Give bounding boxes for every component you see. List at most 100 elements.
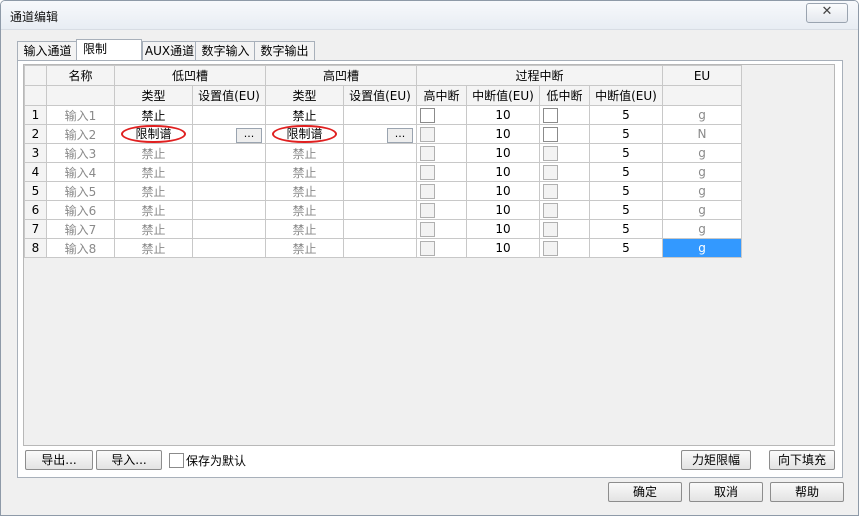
low-interrupt-checkbox[interactable] [543, 107, 558, 123]
eu-cell-selected[interactable]: g [662, 238, 742, 258]
high-interrupt-value-cell[interactable]: 10 [466, 238, 540, 258]
eu-cell[interactable]: g [662, 105, 742, 125]
torque-limit-button[interactable]: 力矩限幅 [681, 450, 751, 470]
fill-down-button[interactable]: 向下填充 [769, 450, 835, 470]
high-interrupt-cell[interactable] [416, 162, 467, 182]
channel-name-cell[interactable]: 输入7 [46, 219, 115, 239]
low-interrupt-cell[interactable] [539, 162, 590, 182]
low-interrupt-value-cell[interactable]: 5 [589, 143, 663, 163]
high-setting-ellipsis-button[interactable]: ... [387, 127, 413, 143]
high-interrupt-cell[interactable] [416, 238, 467, 258]
low-interrupt-value-cell[interactable]: 5 [589, 105, 663, 125]
low-type-cell[interactable]: 限制谱 [114, 124, 193, 144]
high-interrupt-cell[interactable] [416, 181, 467, 201]
high-interrupt-checkbox[interactable] [420, 107, 435, 123]
low-interrupt-cell[interactable] [539, 181, 590, 201]
high-interrupt-cell[interactable] [416, 124, 467, 144]
high-interrupt-cell[interactable] [416, 105, 467, 125]
low-setting-cell[interactable]: ... [192, 124, 266, 144]
low-type-cell[interactable]: 禁止 [114, 238, 193, 258]
high-setting-cell[interactable] [343, 105, 417, 125]
cancel-button[interactable]: 取消 [689, 482, 763, 502]
high-setting-cell[interactable] [343, 200, 417, 220]
low-interrupt-checkbox[interactable] [543, 240, 558, 256]
eu-cell[interactable]: g [662, 200, 742, 220]
tab-input-channels[interactable]: 输入通道 [17, 41, 78, 60]
low-interrupt-value-cell[interactable]: 5 [589, 124, 663, 144]
low-setting-cell[interactable] [192, 143, 266, 163]
low-type-cell[interactable]: 禁止 [114, 105, 193, 125]
close-button[interactable]: ✕ [806, 3, 848, 23]
low-interrupt-checkbox[interactable] [543, 145, 558, 161]
channel-name-cell[interactable]: 输入4 [46, 162, 115, 182]
eu-cell[interactable]: g [662, 181, 742, 201]
channel-name-cell[interactable]: 输入1 [46, 105, 115, 125]
tab-digital-output[interactable]: 数字输出 [254, 41, 315, 60]
ok-button[interactable]: 确定 [608, 482, 682, 502]
high-setting-cell[interactable] [343, 238, 417, 258]
high-interrupt-checkbox[interactable] [420, 183, 435, 199]
high-type-cell[interactable]: 禁止 [265, 143, 344, 163]
low-interrupt-cell[interactable] [539, 238, 590, 258]
low-interrupt-value-cell[interactable]: 5 [589, 219, 663, 239]
high-interrupt-value-cell[interactable]: 10 [466, 200, 540, 220]
high-interrupt-checkbox[interactable] [420, 240, 435, 256]
low-type-cell[interactable]: 禁止 [114, 181, 193, 201]
high-type-cell[interactable]: 禁止 [265, 200, 344, 220]
high-setting-cell[interactable] [343, 162, 417, 182]
low-setting-cell[interactable] [192, 238, 266, 258]
high-type-cell[interactable]: 禁止 [265, 181, 344, 201]
import-button[interactable]: 导入... [96, 450, 162, 470]
low-setting-cell[interactable] [192, 219, 266, 239]
channel-name-cell[interactable]: 输入3 [46, 143, 115, 163]
low-setting-ellipsis-button[interactable]: ... [236, 127, 262, 143]
low-interrupt-checkbox[interactable] [543, 126, 558, 142]
eu-cell[interactable]: g [662, 219, 742, 239]
high-interrupt-value-cell[interactable]: 10 [466, 162, 540, 182]
low-type-cell[interactable]: 禁止 [114, 143, 193, 163]
limits-grid[interactable]: 名称 低凹槽 高凹槽 过程中断 EU 类型 设置值(EU) 类型 设置值(EU)… [23, 64, 835, 446]
high-interrupt-checkbox[interactable] [420, 126, 435, 142]
high-interrupt-value-cell[interactable]: 10 [466, 105, 540, 125]
high-type-cell[interactable]: 限制谱 [265, 124, 344, 144]
high-interrupt-value-cell[interactable]: 10 [466, 181, 540, 201]
low-setting-cell[interactable] [192, 105, 266, 125]
export-button[interactable]: 导出... [25, 450, 93, 470]
tab-digital-input[interactable]: 数字输入 [195, 41, 256, 60]
low-interrupt-cell[interactable] [539, 105, 590, 125]
low-setting-cell[interactable] [192, 162, 266, 182]
channel-name-cell[interactable]: 输入6 [46, 200, 115, 220]
low-setting-cell[interactable] [192, 200, 266, 220]
low-type-cell[interactable]: 禁止 [114, 219, 193, 239]
low-interrupt-value-cell[interactable]: 5 [589, 238, 663, 258]
low-interrupt-cell[interactable] [539, 219, 590, 239]
high-type-cell[interactable]: 禁止 [265, 219, 344, 239]
high-setting-cell[interactable]: ... [343, 124, 417, 144]
high-interrupt-checkbox[interactable] [420, 221, 435, 237]
low-interrupt-checkbox[interactable] [543, 221, 558, 237]
channel-name-cell[interactable]: 输入2 [46, 124, 115, 144]
eu-cell[interactable]: N [662, 124, 742, 144]
low-interrupt-cell[interactable] [539, 124, 590, 144]
high-interrupt-checkbox[interactable] [420, 164, 435, 180]
eu-cell[interactable]: g [662, 162, 742, 182]
low-interrupt-checkbox[interactable] [543, 183, 558, 199]
high-setting-cell[interactable] [343, 143, 417, 163]
low-interrupt-cell[interactable] [539, 143, 590, 163]
tab-limits[interactable]: 限制 [76, 39, 142, 60]
high-interrupt-cell[interactable] [416, 200, 467, 220]
low-interrupt-value-cell[interactable]: 5 [589, 181, 663, 201]
high-interrupt-cell[interactable] [416, 143, 467, 163]
high-interrupt-checkbox[interactable] [420, 202, 435, 218]
low-type-cell[interactable]: 禁止 [114, 200, 193, 220]
low-interrupt-checkbox[interactable] [543, 202, 558, 218]
channel-name-cell[interactable]: 输入8 [46, 238, 115, 258]
high-interrupt-value-cell[interactable]: 10 [466, 143, 540, 163]
high-interrupt-checkbox[interactable] [420, 145, 435, 161]
high-type-cell[interactable]: 禁止 [265, 162, 344, 182]
tab-aux-channels[interactable]: AUX通道 [142, 41, 197, 60]
help-button[interactable]: 帮助 [770, 482, 844, 502]
eu-cell[interactable]: g [662, 143, 742, 163]
high-setting-cell[interactable] [343, 219, 417, 239]
low-interrupt-value-cell[interactable]: 5 [589, 200, 663, 220]
